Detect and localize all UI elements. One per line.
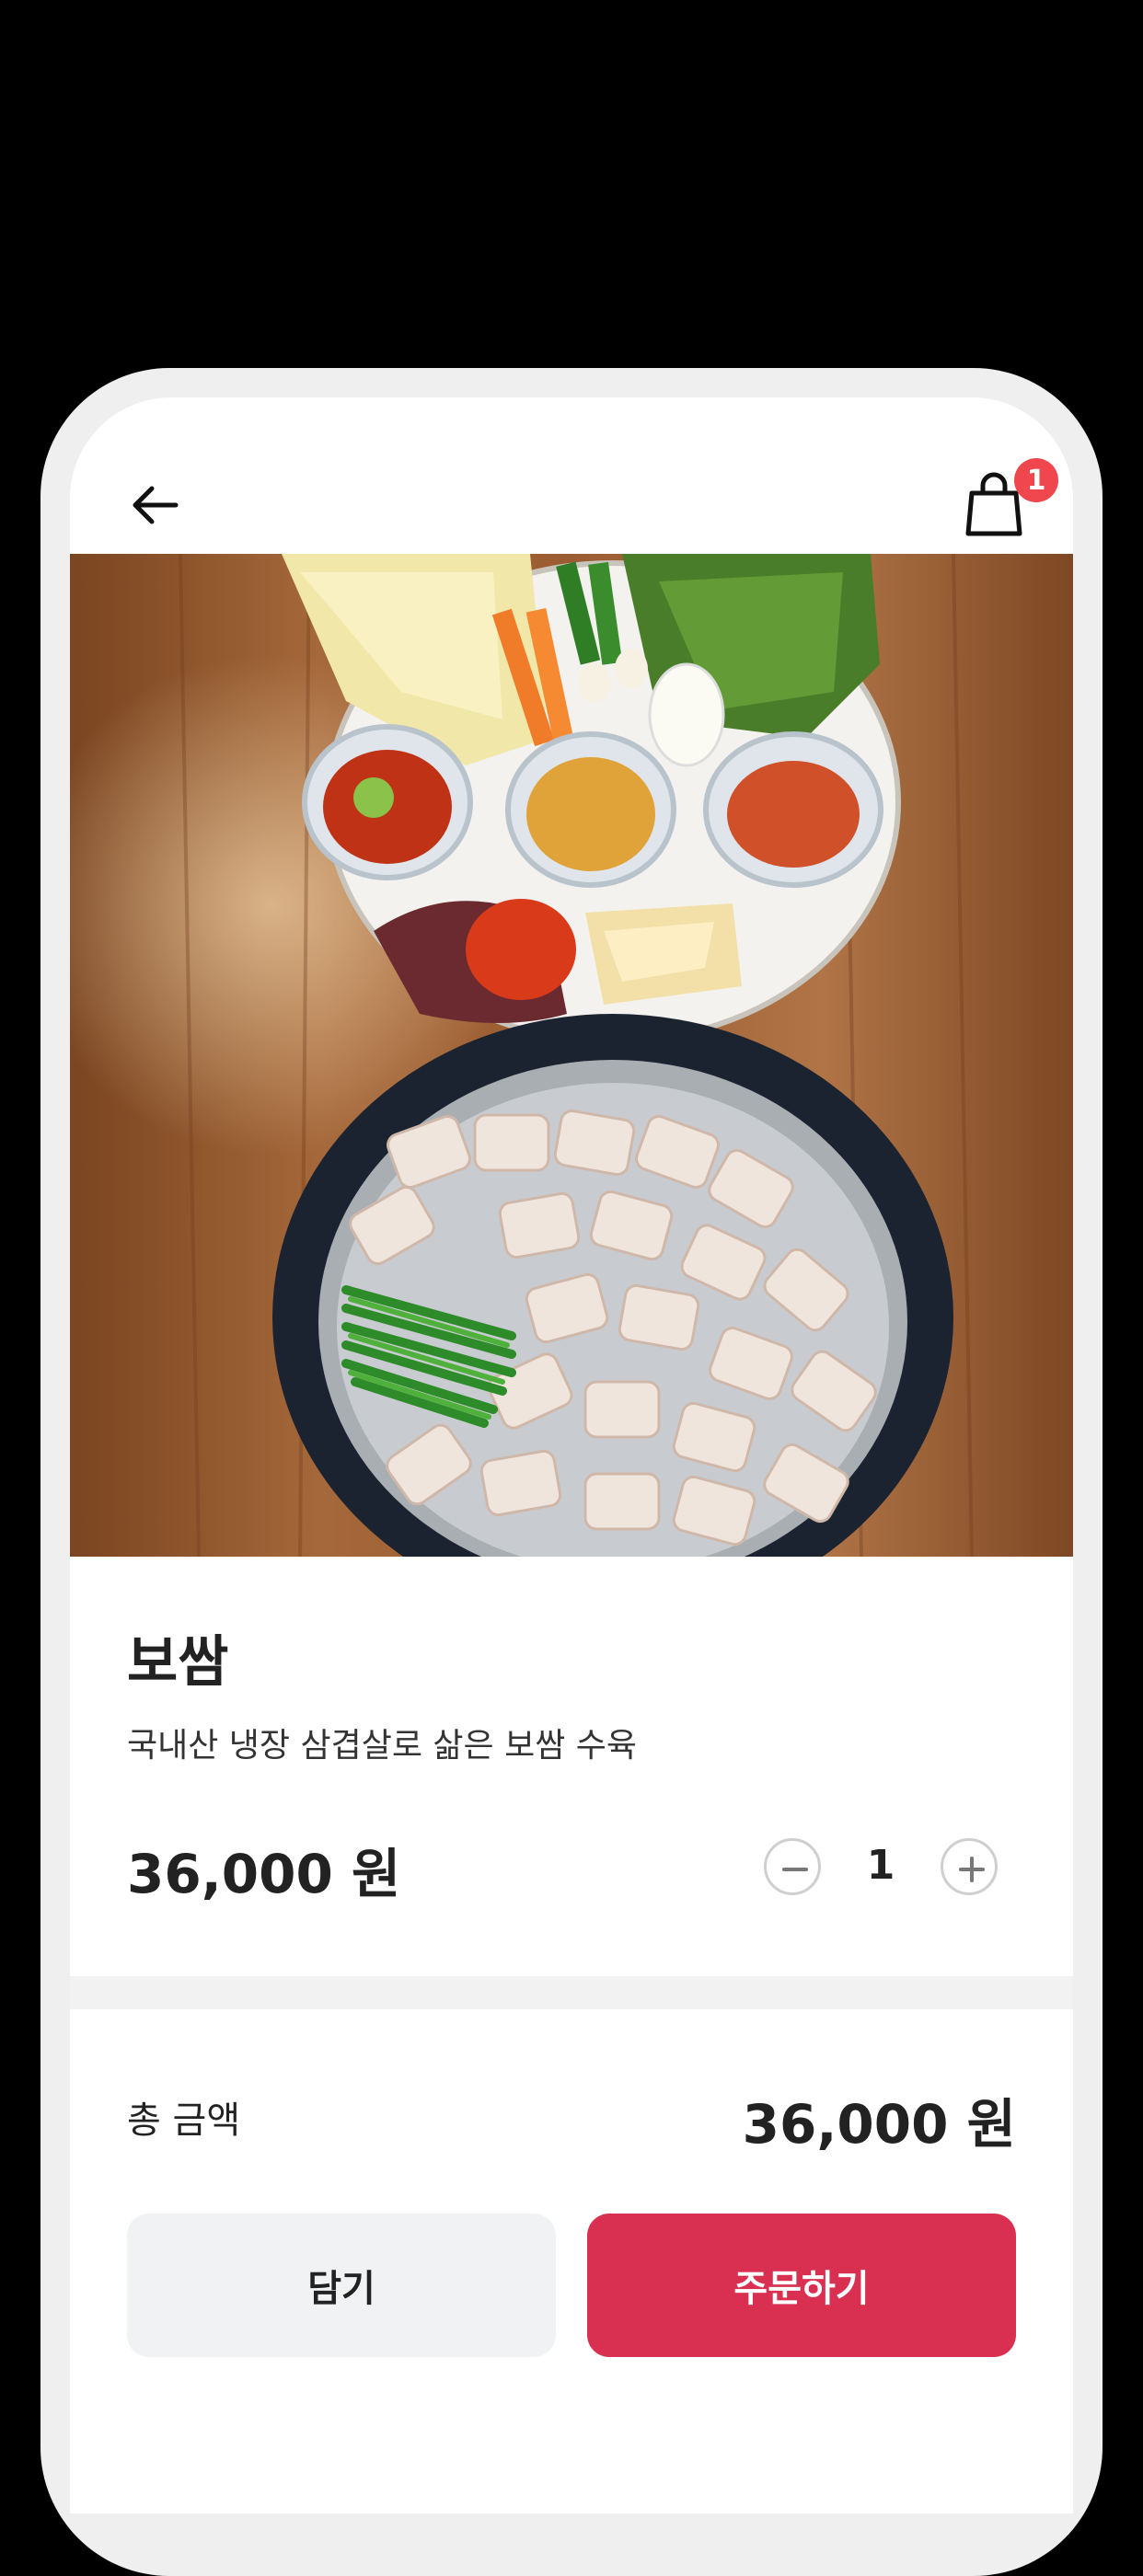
product-description: 국내산 냉장 삼겹살로 삶은 보쌈 수육 [127, 1727, 638, 1765]
app-screen: 1 보쌈 국내산 냉장 삼겹살로 삶은 보쌈 수육 36,000 원 1 총 금… [70, 397, 1073, 2513]
plus-icon [959, 1857, 985, 1882]
top-nav: 1 [70, 397, 1073, 554]
quantity-value: 1 [866, 1842, 895, 1889]
add-to-cart-button[interactable]: 담기 [127, 2214, 556, 2357]
minus-icon [782, 1868, 808, 1871]
section-divider [70, 1976, 1073, 2009]
arrow-left-icon [133, 486, 179, 524]
total-label: 총 금액 [127, 2099, 241, 2142]
cart-button[interactable]: 1 [961, 458, 1058, 537]
order-button[interactable]: 주문하기 [587, 2214, 1016, 2357]
cart-count-badge: 1 [1014, 458, 1058, 502]
product-info: 보쌈 국내산 냉장 삼겹살로 삶은 보쌈 수육 36,000 원 1 [70, 1557, 1073, 1976]
decrement-button[interactable] [764, 1838, 821, 1895]
product-image [70, 554, 1073, 1557]
order-summary: 총 금액 36,000 원 담기 주문하기 [70, 2009, 1073, 2513]
back-button[interactable] [123, 473, 188, 537]
product-title: 보쌈 [127, 1630, 229, 1695]
increment-button[interactable] [941, 1838, 998, 1895]
total-value: 36,000 원 [742, 2093, 1016, 2156]
product-price: 36,000 원 [127, 1843, 401, 1905]
